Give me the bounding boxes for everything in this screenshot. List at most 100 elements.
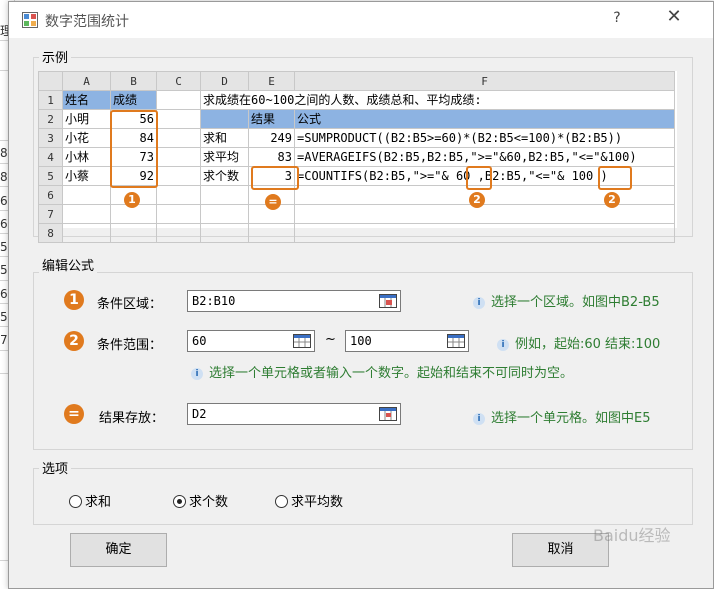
range-picker-icon[interactable] — [379, 294, 397, 308]
col-header: A — [62, 71, 111, 91]
range-end-input[interactable]: 100 — [345, 330, 469, 352]
cell: 求平均 — [200, 147, 249, 167]
condition-area-value: B2:B10 — [192, 294, 236, 308]
start-highlight-box — [466, 166, 492, 190]
cell: 小蔡 — [62, 166, 111, 186]
range-end-value: 100 — [350, 334, 372, 348]
hint-text: 选择一个区域。如图中B2-B5 — [491, 295, 660, 310]
range-start-input[interactable]: 60 — [187, 330, 315, 352]
help-button[interactable]: ? — [607, 10, 627, 26]
range-stats-dialog: 数字范围统计 ? ✕ 示例 A B C D E F 1 姓名 成绩 求成绩在60… — [8, 1, 714, 589]
badge-equals: = — [265, 194, 281, 210]
window-title: 数字范围统计 — [45, 14, 129, 30]
cell-picker-icon[interactable] — [447, 334, 465, 348]
info-icon: i — [473, 413, 485, 425]
radio-count[interactable]: 求个数 — [173, 491, 228, 510]
row-header: 7 — [38, 204, 63, 224]
hint-text: 选择一个单元格。如图中E5 — [491, 411, 651, 426]
options-legend: 选项 — [39, 458, 72, 477]
example-legend: 示例 — [39, 47, 72, 66]
radio-circle[interactable] — [69, 495, 82, 508]
ok-button[interactable]: 确定 — [70, 533, 167, 567]
row-header: 8 — [38, 223, 63, 243]
cell — [156, 90, 201, 110]
cell — [200, 109, 249, 129]
cell — [156, 109, 201, 129]
close-button[interactable]: ✕ — [659, 6, 689, 27]
cell-picker-icon[interactable] — [293, 334, 311, 348]
row-header: 6 — [38, 185, 63, 205]
cell-picker-icon[interactable] — [379, 407, 397, 421]
sheet-corner — [38, 71, 63, 91]
col-header: D — [200, 71, 249, 91]
radio-label: 求个数 — [189, 495, 229, 510]
cell: 小花 — [62, 128, 111, 148]
range-general-hint: i 选择一个单元格或者输入一个数字。起始和结束不可同时为空。 — [191, 362, 573, 381]
end-highlight-box — [598, 166, 632, 190]
row-header: 2 — [38, 109, 63, 129]
radio-average[interactable]: 求平均数 — [275, 491, 343, 510]
cell — [156, 128, 201, 148]
col-header: E — [248, 71, 295, 91]
cell: 小明 — [62, 109, 111, 129]
col-header: B — [110, 71, 157, 91]
range-start-value: 60 — [192, 334, 207, 348]
edit-formula-legend: 编辑公式 — [39, 255, 98, 274]
result-location-hint: i 选择一个单元格。如图中E5 — [473, 407, 651, 426]
cell — [156, 147, 201, 167]
title-bar: 数字范围统计 ? ✕ — [9, 2, 713, 38]
cell — [156, 166, 201, 186]
radio-sum[interactable]: 求和 — [69, 491, 111, 510]
condition-area-hint: i 选择一个区域。如图中B2-B5 — [473, 291, 660, 310]
radio-circle-selected[interactable] — [173, 495, 186, 508]
cell-title: 求成绩在60~100之间的人数、成绩总和、平均成绩: — [200, 90, 675, 110]
row-header: 5 — [38, 166, 63, 186]
radio-circle[interactable] — [275, 495, 288, 508]
condition-area-label: 条件区域： — [97, 297, 163, 312]
badge-2: 2 — [64, 331, 84, 351]
row-header: 1 — [38, 90, 63, 110]
badge-1: 1 — [64, 290, 84, 310]
cell: 姓名 — [62, 90, 111, 110]
result-location-label: 结果存放： — [99, 411, 165, 426]
result-location-value: D2 — [192, 407, 207, 421]
cell: 成绩 — [110, 90, 157, 110]
badge-2: 2 — [604, 192, 620, 208]
hint-text: 选择一个单元格或者输入一个数字。起始和结束不可同时为空。 — [209, 366, 574, 381]
hint-text: 例如，起始:60 结束:100 — [515, 337, 661, 352]
condition-area-input[interactable]: B2:B10 — [187, 290, 401, 312]
watermark-text: Baidu经验 — [593, 526, 671, 545]
example-spreadsheet-image: A B C D E F 1 姓名 成绩 求成绩在60~100之间的人数、成绩总和… — [38, 71, 677, 243]
col-header: F — [294, 71, 675, 91]
cell: 83 — [248, 147, 295, 167]
badge-2: 2 — [469, 192, 485, 208]
formula-part: 100 — [571, 168, 594, 183]
condition-range-hint: i 例如，起始:60 结束:100 — [497, 333, 660, 352]
radio-label: 求和 — [85, 495, 112, 510]
row-header: 3 — [38, 128, 63, 148]
range-tilde: ~ — [325, 332, 336, 347]
formula-part: =COUNTIFS(B2:B5,">="& — [297, 168, 456, 183]
info-icon: i — [497, 339, 509, 351]
col-header: C — [156, 71, 201, 91]
cell: 公式 — [294, 109, 675, 129]
app-grid-icon — [22, 12, 38, 28]
cell: 小林 — [62, 147, 111, 167]
badge-equals: = — [64, 404, 84, 424]
result-location-input[interactable]: D2 — [187, 403, 401, 425]
cell: 249 — [248, 128, 295, 148]
scores-highlight-box — [110, 110, 158, 188]
cell: 求个数 — [200, 166, 249, 186]
result-highlight-box — [251, 166, 299, 190]
cell: 求和 — [200, 128, 249, 148]
condition-range-label: 条件范围： — [97, 338, 163, 353]
cell: =AVERAGEIFS(B2:B5,B2:B5,">="&60,B2:B5,"<… — [294, 147, 675, 167]
info-icon: i — [473, 297, 485, 309]
cell: 结果 — [248, 109, 295, 129]
row-header: 4 — [38, 147, 63, 167]
badge-1: 1 — [124, 192, 140, 208]
cell: =SUMPRODUCT((B2:B5>=60)*(B2:B5<=100)*(B2… — [294, 128, 675, 148]
options-group — [33, 468, 693, 525]
info-icon: i — [191, 368, 203, 380]
radio-label: 求平均数 — [291, 495, 344, 510]
